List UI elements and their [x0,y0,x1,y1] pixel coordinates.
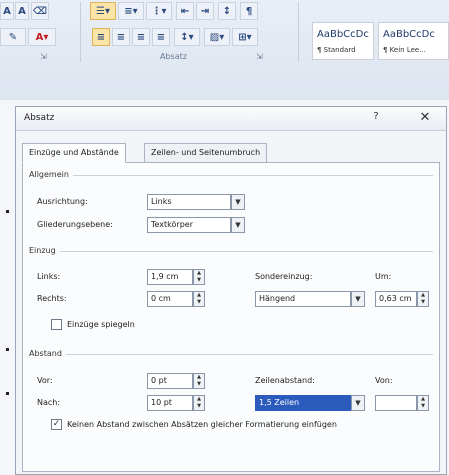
help-button[interactable]: ? [368,111,384,127]
vor-label: Vor: [37,376,53,385]
chevron-down-icon[interactable]: ▼ [231,217,245,233]
einzuege-spiegeln-checkbox[interactable] [51,319,62,330]
style-sample: AaBbCcDc [383,29,435,40]
ribbon-separator [80,2,81,62]
font-color-button[interactable]: A▾ [28,28,56,46]
multilevel-list-button[interactable]: ⋮▾ [146,2,172,20]
von-label: Von: [375,376,393,385]
links-label: Links: [37,272,61,281]
links-input[interactable]: 1,9 cm [147,269,193,285]
um-label: Um: [375,272,392,281]
sort-button[interactable]: ↕ [218,2,236,20]
tab-zeilen-seitenumbruch[interactable]: Zeilen- und Seitenumbruch [144,143,268,163]
spinner-icon[interactable]: ▲ ▼ [193,291,205,307]
paragraph-launcher-icon[interactable]: ⇲ [256,52,263,61]
section-title-abstand: Abstand [29,349,66,358]
tab-einzuege-abstaende[interactable]: Einzüge und Abstände [22,143,126,163]
document-marker [6,210,9,213]
dialog-titlebar[interactable]: Absatz ? ✕ [16,107,446,131]
zeilenabstand-label: Zeilenabstand: [255,376,315,385]
line-spacing-button[interactable]: ↕▾ [174,28,200,46]
style-name: ¶ Kein Lee... [383,46,426,54]
sondereinzug-label: Sondereinzug: [255,272,313,281]
ausrichtung-label: Ausrichtung: [37,197,88,206]
nach-input[interactable]: 10 pt [147,395,193,411]
shrink-font-button[interactable]: A [15,2,29,20]
style-sample: AaBbCcDc [317,29,369,40]
section-divider [29,175,433,176]
document-marker [6,392,9,395]
show-formatting-button[interactable]: ¶ [240,2,258,20]
rechts-input[interactable]: 0 cm [147,291,193,307]
bullets-button[interactable]: ☰▾ [90,2,116,20]
section-title-allgemein: Allgemein [29,170,73,179]
keinen-abstand-checkbox[interactable]: ✓ [51,419,62,430]
paragraph-dialog: Absatz ? ✕ Einzüge und Abstände Zeilen- … [15,106,447,475]
spinner-icon[interactable]: ▲ ▼ [193,373,205,389]
um-input[interactable]: 0,63 cm [375,291,417,307]
shading-button[interactable]: ▨▾ [204,28,230,46]
ausrichtung-select[interactable]: Links [147,194,231,210]
grow-font-button[interactable]: A [0,2,14,20]
chevron-down-icon[interactable]: ▼ [351,291,365,307]
increase-indent-button[interactable]: ⇥ [196,2,214,20]
ribbon: A A ⌫ ✎ A▾ ⇲ ☰▾ ≡▾ ⋮▾ ⇤ ⇥ ↕ ¶ ≡ ≡ ≡ ≡ ↕▾… [0,0,449,100]
document-marker [6,348,9,351]
section-title-einzug: Einzug [29,246,60,255]
close-icon[interactable]: ✕ [416,110,434,128]
align-right-button[interactable]: ≡ [132,28,150,46]
style-no-spacing[interactable]: AaBbCcDc ¶ Kein Lee... [378,22,449,60]
dialog-title: Absatz [24,113,55,123]
spinner-icon[interactable]: ▲ ▼ [193,395,205,411]
borders-button[interactable]: ⊞▾ [232,28,258,46]
justify-button[interactable]: ≡ [152,28,170,46]
nach-label: Nach: [37,398,61,407]
align-center-button[interactable]: ≡ [112,28,130,46]
sondereinzug-select[interactable]: Hängend [255,291,351,307]
vor-input[interactable]: 0 pt [147,373,193,389]
zeilenabstand-select[interactable]: 1,5 Zeilen [255,395,351,411]
tab-panel: Allgemein Ausrichtung: Links ▼ Gliederun… [22,162,440,472]
gliederungsebene-label: Gliederungsebene: [37,220,113,229]
section-divider [29,251,433,252]
ribbon-separator [298,2,299,62]
highlight-color-button[interactable]: ✎ [0,28,26,46]
einzuege-spiegeln-label: Einzüge spiegeln [67,320,135,329]
von-input[interactable] [375,395,417,411]
align-left-button[interactable]: ≡ [92,28,110,46]
style-name: ¶ Standard [317,46,356,54]
rechts-label: Rechts: [37,294,67,303]
chevron-down-icon[interactable]: ▼ [351,395,365,411]
numbering-button[interactable]: ≡▾ [118,2,144,20]
font-launcher-icon[interactable]: ⇲ [40,52,47,61]
gliederungsebene-select[interactable]: Textkörper [147,217,231,233]
keinen-abstand-label: Keinen Abstand zwischen Absätzen gleiche… [67,420,337,429]
decrease-indent-button[interactable]: ⇤ [176,2,194,20]
chevron-down-icon[interactable]: ▼ [231,194,245,210]
section-divider [29,354,433,355]
spinner-icon[interactable]: ▲ ▼ [417,395,429,411]
style-standard[interactable]: AaBbCcDc ¶ Standard [312,22,374,60]
paragraph-group-label: Absatz [160,52,187,61]
spinner-icon[interactable]: ▲ ▼ [417,291,429,307]
clear-format-button[interactable]: ⌫ [31,2,49,20]
spinner-icon[interactable]: ▲ ▼ [193,269,205,285]
